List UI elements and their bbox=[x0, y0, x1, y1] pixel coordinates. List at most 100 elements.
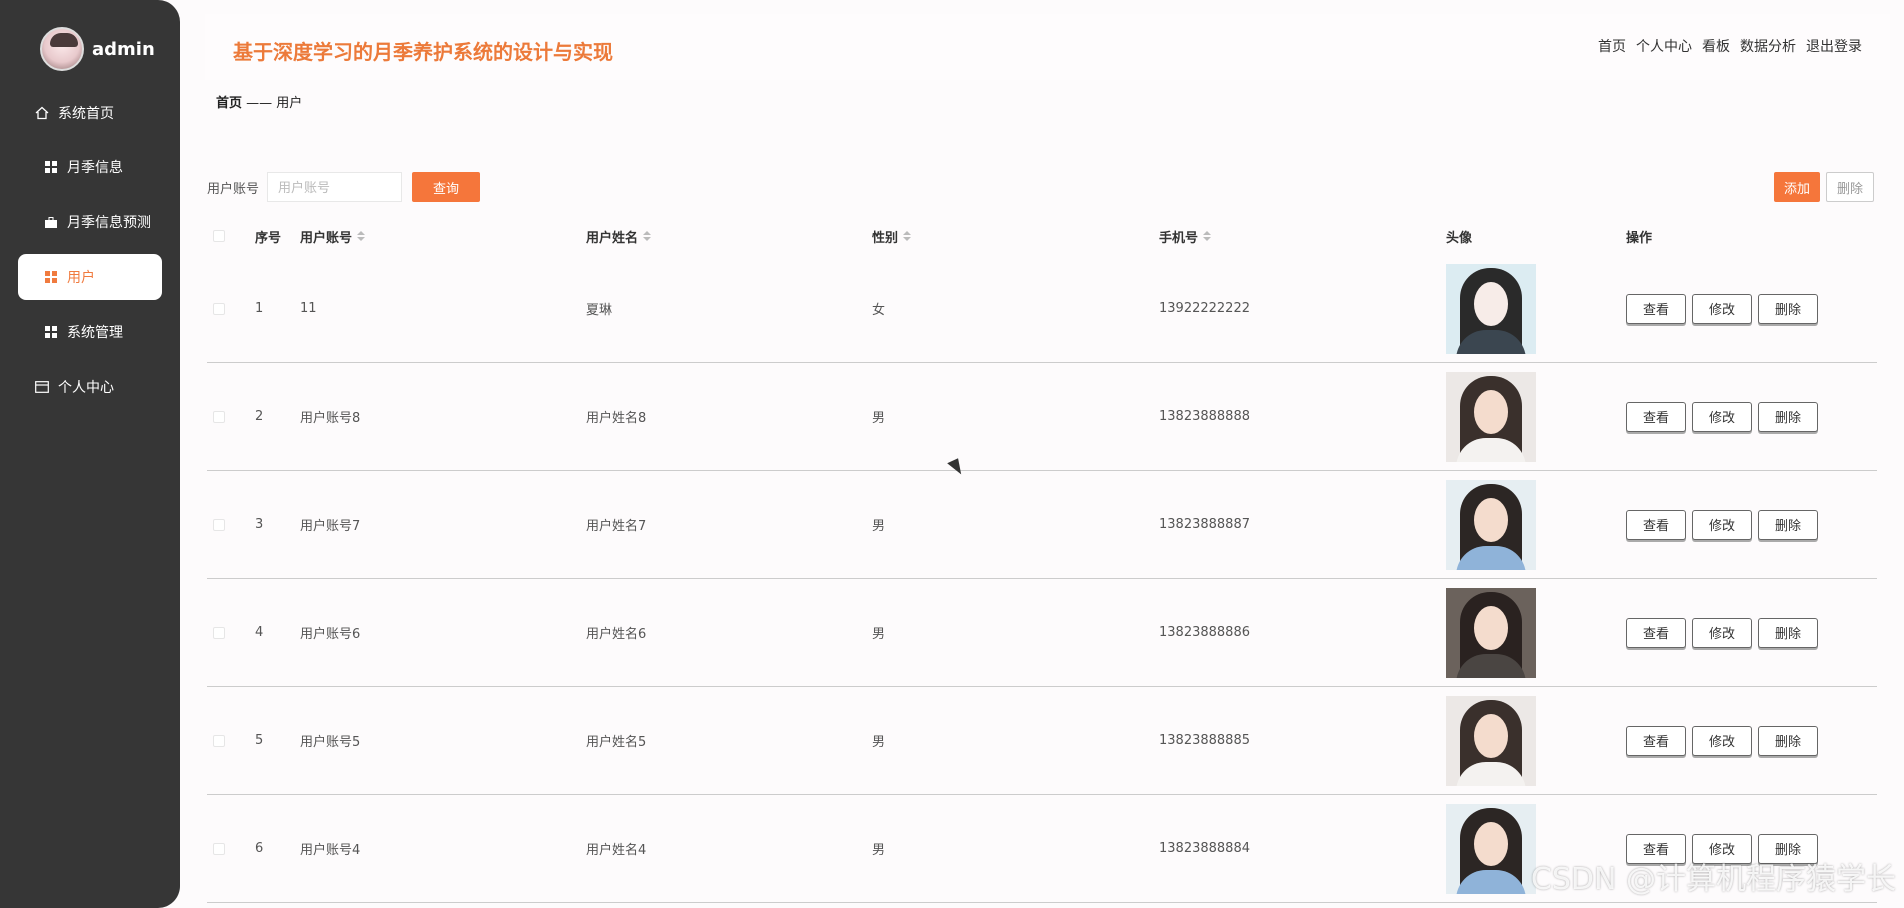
user-avatar-image[interactable] bbox=[1446, 263, 1536, 354]
search-bar: 用户账号 查询 bbox=[207, 172, 481, 202]
col-gender[interactable]: 性别 bbox=[872, 227, 1159, 246]
search-label: 用户账号 bbox=[207, 181, 260, 197]
cell-gender: 男 bbox=[872, 627, 886, 642]
edit-button[interactable]: 修改 bbox=[1692, 617, 1752, 648]
col-actions: 操作 bbox=[1626, 230, 1653, 246]
nav-personal-center[interactable]: 个人中心 bbox=[1636, 36, 1692, 56]
search-input[interactable] bbox=[267, 172, 403, 202]
view-button[interactable]: 查看 bbox=[1626, 617, 1686, 648]
edit-button[interactable]: 修改 bbox=[1692, 401, 1752, 432]
grid-icon bbox=[43, 269, 59, 285]
sidebar-item-rose-forecast[interactable]: 月季信息预测 bbox=[18, 199, 162, 245]
col-account[interactable]: 用户账号 bbox=[300, 227, 586, 246]
edit-button[interactable]: 修改 bbox=[1692, 725, 1752, 756]
cell-gender: 男 bbox=[872, 519, 886, 534]
user-avatar-image[interactable] bbox=[1446, 371, 1536, 462]
breadcrumb-separator: —— bbox=[246, 96, 273, 111]
table-row: 4 用户账号6 用户姓名6 男 13823888886 查看 修改 删除 bbox=[207, 579, 1877, 687]
briefcase-icon bbox=[43, 214, 59, 230]
grid-icon bbox=[43, 159, 59, 175]
row-checkbox[interactable] bbox=[213, 626, 225, 639]
nav-data-analysis[interactable]: 数据分析 bbox=[1740, 36, 1796, 56]
col-label: 性别 bbox=[872, 230, 899, 246]
cell-phone: 13823888884 bbox=[1159, 841, 1250, 856]
sort-icon[interactable] bbox=[903, 231, 912, 241]
sidebar-item-label: 月季信息 bbox=[67, 160, 123, 176]
nav-logout[interactable]: 退出登录 bbox=[1806, 36, 1862, 56]
watermark: CSDN @计算机程序猿学长 bbox=[1530, 862, 1896, 897]
cell-index: 4 bbox=[255, 625, 264, 640]
cell-phone: 13823888888 bbox=[1159, 409, 1250, 424]
cell-account: 用户账号7 bbox=[300, 519, 361, 534]
table-row: 3 用户账号7 用户姓名7 男 13823888887 查看 修改 删除 bbox=[207, 471, 1877, 579]
edit-button[interactable]: 修改 bbox=[1692, 509, 1752, 540]
user-avatar-image[interactable] bbox=[1446, 695, 1536, 786]
delete-button[interactable]: 删除 bbox=[1758, 617, 1818, 648]
user-avatar-image[interactable] bbox=[1446, 587, 1536, 678]
cell-account: 用户账号6 bbox=[300, 627, 361, 642]
row-checkbox[interactable] bbox=[213, 734, 225, 747]
delete-button[interactable]: 删除 bbox=[1758, 293, 1818, 324]
delete-button[interactable]: 删除 bbox=[1758, 725, 1818, 756]
table-header: 序号 用户账号 用户姓名 性别 手机号 头像 操作 bbox=[207, 217, 1877, 255]
cell-phone: 13823888887 bbox=[1159, 517, 1250, 532]
row-checkbox[interactable] bbox=[213, 410, 225, 423]
col-phone[interactable]: 手机号 bbox=[1159, 227, 1446, 246]
cell-name: 用户姓名4 bbox=[586, 843, 647, 858]
cell-phone: 13922222222 bbox=[1159, 301, 1250, 316]
view-button[interactable]: 查看 bbox=[1626, 509, 1686, 540]
view-button[interactable]: 查看 bbox=[1626, 401, 1686, 432]
col-label: 用户姓名 bbox=[586, 230, 639, 246]
cell-name: 用户姓名8 bbox=[586, 411, 647, 426]
top-nav: 首页 个人中心 看板 数据分析 退出登录 bbox=[1598, 36, 1862, 56]
user-table: 序号 用户账号 用户姓名 性别 手机号 头像 操作 1 11 夏琳 女 1392… bbox=[207, 217, 1877, 903]
delete-button[interactable]: 删除 bbox=[1758, 509, 1818, 540]
user-avatar-image[interactable] bbox=[1446, 803, 1536, 894]
nav-home[interactable]: 首页 bbox=[1598, 36, 1626, 56]
cell-account: 用户账号8 bbox=[300, 411, 361, 426]
search-button[interactable]: 查询 bbox=[412, 172, 481, 202]
sidebar-item-label: 用户 bbox=[67, 270, 95, 286]
row-checkbox[interactable] bbox=[213, 518, 225, 531]
view-button[interactable]: 查看 bbox=[1626, 293, 1686, 324]
cell-name: 用户姓名6 bbox=[586, 627, 647, 642]
cell-name: 夏琳 bbox=[586, 303, 613, 318]
sidebar-item-system[interactable]: 系统管理 bbox=[18, 309, 162, 355]
sidebar-item-label: 系统管理 bbox=[67, 325, 123, 341]
cell-index: 5 bbox=[255, 733, 264, 748]
add-button[interactable]: 添加 bbox=[1774, 172, 1820, 202]
id-card-icon bbox=[34, 379, 50, 395]
view-button[interactable]: 查看 bbox=[1626, 725, 1686, 756]
sidebar-item-users[interactable]: 用户 bbox=[18, 254, 162, 300]
row-checkbox[interactable] bbox=[213, 302, 225, 315]
home-icon bbox=[34, 105, 50, 121]
sort-icon[interactable] bbox=[643, 231, 652, 241]
col-avatar: 头像 bbox=[1446, 230, 1473, 246]
batch-delete-button[interactable]: 删除 bbox=[1826, 172, 1874, 202]
cell-gender: 男 bbox=[872, 411, 886, 426]
delete-button[interactable]: 删除 bbox=[1758, 401, 1818, 432]
table-row: 1 11 夏琳 女 13922222222 查看 修改 删除 bbox=[207, 255, 1877, 363]
user-avatar-image[interactable] bbox=[1446, 479, 1536, 570]
edit-button[interactable]: 修改 bbox=[1692, 293, 1752, 324]
nav-dashboard[interactable]: 看板 bbox=[1702, 36, 1730, 56]
grid-icon bbox=[43, 324, 59, 340]
select-all-checkbox[interactable] bbox=[213, 230, 225, 242]
row-checkbox[interactable] bbox=[213, 842, 225, 855]
cell-name: 用户姓名5 bbox=[586, 735, 647, 750]
col-name[interactable]: 用户姓名 bbox=[586, 227, 872, 246]
breadcrumb-current: 用户 bbox=[276, 96, 303, 111]
breadcrumb-home[interactable]: 首页 bbox=[216, 96, 242, 111]
sort-icon[interactable] bbox=[1203, 231, 1212, 241]
cell-phone: 13823888886 bbox=[1159, 625, 1250, 640]
cell-account: 用户账号4 bbox=[300, 843, 361, 858]
cell-name: 用户姓名7 bbox=[586, 519, 647, 534]
user-profile[interactable]: admin bbox=[40, 27, 155, 71]
sidebar-item-home[interactable]: 系统首页 bbox=[18, 90, 162, 136]
sidebar-item-personal[interactable]: 个人中心 bbox=[18, 364, 162, 410]
sort-icon[interactable] bbox=[357, 231, 366, 241]
sidebar-item-rose-info[interactable]: 月季信息 bbox=[18, 144, 162, 190]
cell-account: 11 bbox=[300, 301, 317, 316]
sidebar-item-label: 月季信息预测 bbox=[67, 215, 151, 231]
col-label: 用户账号 bbox=[300, 230, 353, 246]
